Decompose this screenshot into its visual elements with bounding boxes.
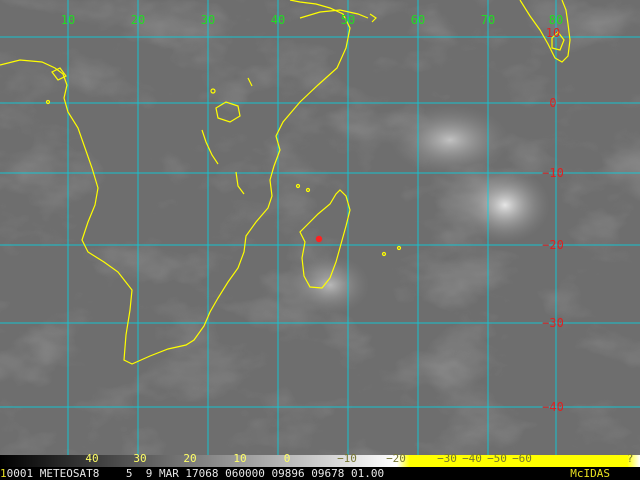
colorbar-tick: −60 [512, 452, 532, 465]
latitude-label: −10 [542, 166, 564, 180]
mcidas-brand: McIDAS [570, 467, 610, 480]
colorbar-tick: 20 [183, 452, 197, 465]
colorbar-tick: 40 [85, 452, 99, 465]
longitude-label: 20 [130, 13, 146, 27]
status-text: 0001 METEOSAT8 5 9 MAR 17068 060000 0989… [6, 467, 385, 480]
longitude-label: 30 [200, 13, 216, 27]
latitude-label: −20 [542, 238, 564, 252]
colorbar-tick: −10 [337, 452, 357, 465]
colorbar-tick: −40 [462, 452, 482, 465]
latitude-label: −40 [542, 400, 564, 414]
latitude-label: 0 [549, 96, 557, 110]
colorbar-end-label: ? [626, 452, 634, 465]
longitude-label: 80 [548, 13, 564, 27]
cloud-bright-area [460, 167, 550, 243]
longitude-label: 60 [410, 13, 426, 27]
latitude-label: −30 [542, 316, 564, 330]
cloud-bright-area [390, 105, 510, 175]
colorbar-tick: −50 [487, 452, 507, 465]
colorbar-tick: −30 [437, 452, 457, 465]
colorbar-tick: 30 [133, 452, 147, 465]
colorbar-tick: −20 [386, 452, 406, 465]
colorbar-tick: 10 [233, 452, 247, 465]
status-bar: 10001 METEOSAT8 5 9 MAR 17068 060000 098… [0, 467, 640, 480]
frame-index: 1 [0, 467, 7, 480]
cloud-texture [0, 0, 640, 455]
longitude-label: 40 [270, 13, 286, 27]
satellite-viewer: 10 20 30 40 50 60 70 80 10 0 −10 −20 −30… [0, 0, 640, 480]
satellite-image[interactable] [0, 0, 640, 455]
latitude-label: 10 [545, 26, 561, 40]
longitude-label: 50 [340, 13, 356, 27]
hotspot-marker [315, 235, 323, 243]
longitude-label: 10 [60, 13, 76, 27]
longitude-label: 70 [480, 13, 496, 27]
cloud-bright-area [290, 255, 370, 315]
colorbar-tick: 0 [283, 452, 291, 465]
